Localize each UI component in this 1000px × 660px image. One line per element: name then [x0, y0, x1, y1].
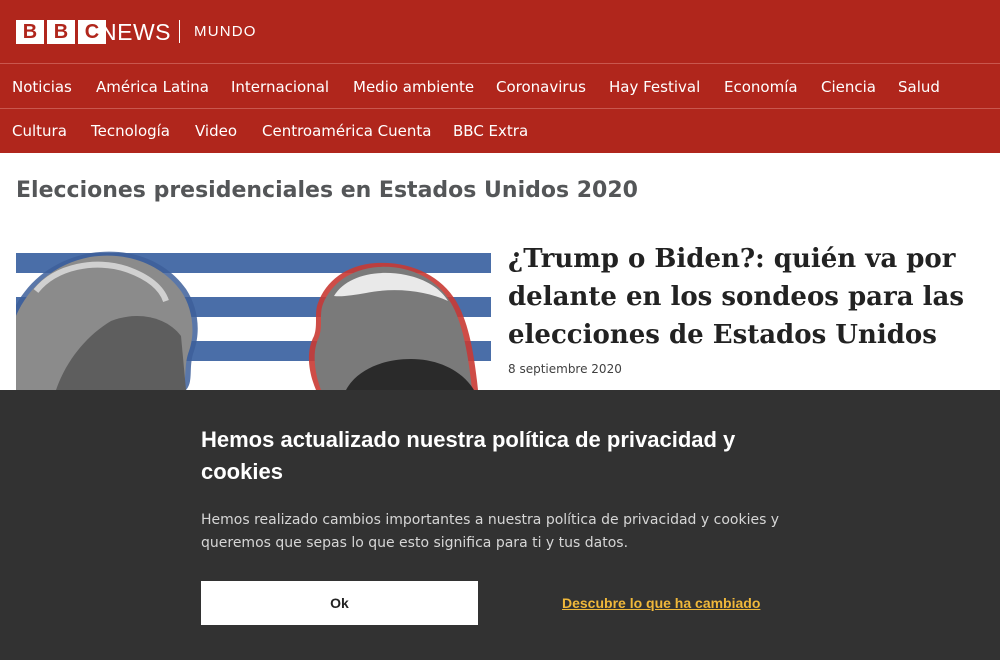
nav-item-cultura[interactable]: Cultura — [12, 109, 67, 153]
bbc-logo-letter: B — [16, 20, 44, 44]
brand-divider — [179, 20, 180, 43]
edition-wordmark[interactable]: MUNDO — [194, 23, 257, 40]
news-wordmark[interactable]: NEWS — [100, 19, 171, 46]
article-headline[interactable]: ¿Trump o Biden?: quién va por delante en… — [508, 240, 978, 354]
candidates-illustration — [16, 241, 491, 390]
nav-item-medio-ambiente[interactable]: Medio ambiente — [353, 65, 474, 109]
article-date: 8 septiembre 2020 — [508, 362, 622, 376]
brand-bar: B B C NEWS MUNDO — [0, 0, 1000, 64]
nav-item-economia[interactable]: Economía — [724, 65, 798, 109]
bbc-logo[interactable]: B B C — [16, 20, 106, 44]
site-header: B B C NEWS MUNDO Noticias América Latina… — [0, 0, 1000, 153]
nav-item-hay-festival[interactable]: Hay Festival — [609, 65, 700, 109]
article-image[interactable] — [16, 241, 491, 390]
ok-button[interactable]: Ok — [201, 581, 478, 625]
section-title: Elecciones presidenciales en Estados Uni… — [16, 178, 638, 203]
cookie-banner-text: Hemos realizado cambios importantes a nu… — [201, 512, 780, 551]
cookie-banner-title: Hemos actualizado nuestra política de pr… — [201, 427, 736, 484]
nav-item-bbc-extra[interactable]: BBC Extra — [453, 109, 528, 153]
primary-nav-row-2: Cultura Tecnología Video Centroamérica C… — [0, 109, 1000, 153]
primary-nav-row-1: Noticias América Latina Internacional Me… — [0, 65, 1000, 109]
nav-item-centroamerica-cuenta[interactable]: Centroamérica Cuenta — [262, 109, 431, 153]
nav-item-tecnologia[interactable]: Tecnología — [91, 109, 170, 153]
learn-more-link[interactable]: Descubre lo que ha cambiado — [562, 595, 760, 611]
nav-item-noticias[interactable]: Noticias — [12, 65, 72, 109]
nav-item-america-latina[interactable]: América Latina — [96, 65, 209, 109]
bbc-logo-letter: B — [47, 20, 75, 44]
cookie-banner: Hemos actualizado nuestra política de pr… — [0, 390, 1000, 660]
nav-item-coronavirus[interactable]: Coronavirus — [496, 65, 586, 109]
nav-item-video[interactable]: Video — [195, 109, 237, 153]
nav-item-salud[interactable]: Salud — [898, 65, 940, 109]
nav-item-internacional[interactable]: Internacional — [231, 65, 329, 109]
nav-item-ciencia[interactable]: Ciencia — [821, 65, 876, 109]
